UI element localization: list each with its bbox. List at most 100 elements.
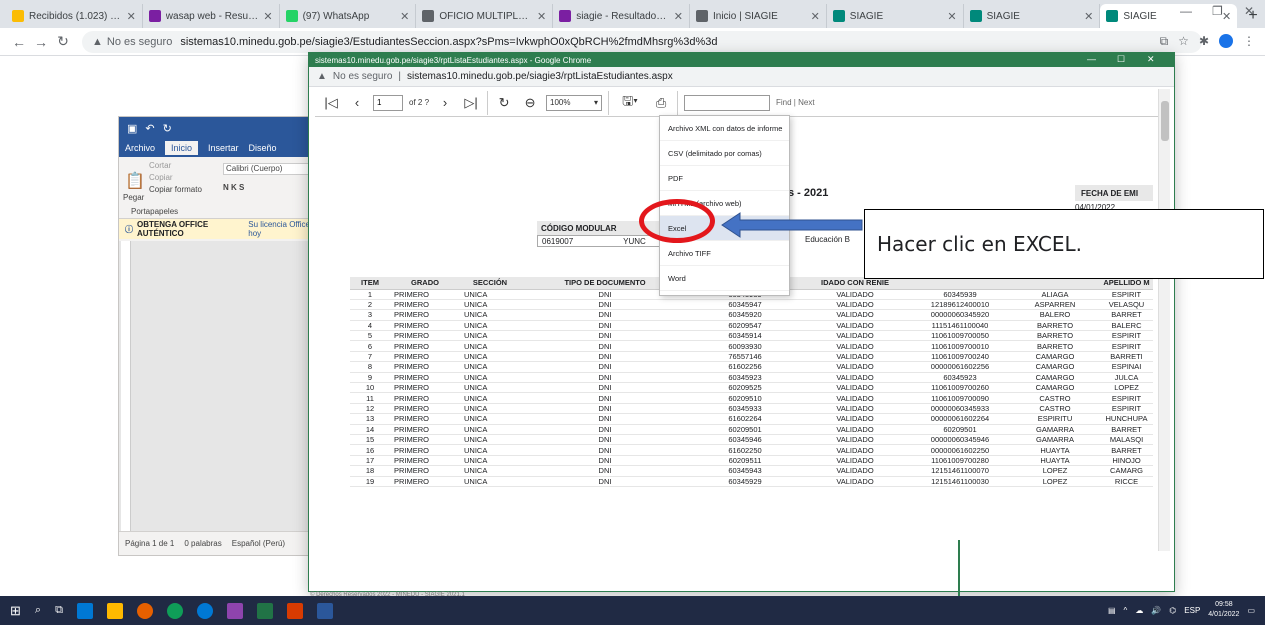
file-explorer-icon[interactable] bbox=[106, 602, 123, 619]
volume-icon[interactable]: 🔊 bbox=[1151, 606, 1161, 615]
tab-close-icon[interactable]: ✕ bbox=[811, 10, 820, 23]
network-icon[interactable]: ⌬ bbox=[1169, 606, 1176, 615]
export-option-archivo[interactable]: Archivo XML con datos de informe bbox=[660, 116, 789, 141]
tab-close-icon[interactable]: ✕ bbox=[400, 10, 409, 23]
tab-close-icon[interactable]: ✕ bbox=[127, 10, 136, 23]
tab-close-icon[interactable]: ✕ bbox=[1084, 10, 1093, 23]
chrome-icon[interactable] bbox=[166, 602, 183, 619]
tray-overflow-icon[interactable]: ^ bbox=[1124, 606, 1128, 615]
tab-close-icon[interactable]: ✕ bbox=[674, 10, 683, 23]
word-tab-diseno[interactable]: Diseño bbox=[249, 143, 277, 153]
notifications-icon[interactable]: ▭ bbox=[1247, 606, 1255, 615]
word-tab-archivo[interactable]: Archivo bbox=[125, 143, 155, 153]
toolbar-divider bbox=[487, 90, 489, 115]
restore-icon[interactable]: ❐ bbox=[1212, 4, 1223, 18]
export-option-word[interactable]: Word bbox=[660, 266, 789, 291]
tab-close-icon[interactable]: ✕ bbox=[947, 10, 956, 23]
find-next-link[interactable]: Find | Next bbox=[776, 98, 815, 107]
next-page-icon[interactable]: › bbox=[435, 95, 455, 110]
popup-minimize-icon[interactable]: — bbox=[1087, 54, 1096, 64]
profile-avatar[interactable] bbox=[1219, 34, 1233, 48]
word-tab-inicio[interactable]: Inicio bbox=[165, 141, 199, 155]
undo-icon[interactable]: ↶ bbox=[145, 122, 154, 135]
browser-tab[interactable]: SIAGIE ✕ bbox=[964, 4, 1101, 28]
tab-close-icon[interactable]: ✕ bbox=[1222, 10, 1231, 23]
address-bar[interactable]: ▲ No es seguro sistemas10.minedu.gob.pe/… bbox=[82, 30, 1202, 53]
export-option-pdf[interactable]: PDF bbox=[660, 166, 789, 191]
table-row: 6 PRIMERO UNICA DNI 60093930 VALIDADO 11061009… bbox=[350, 340, 1153, 352]
table-cell: 60345943 bbox=[690, 465, 800, 477]
tray-app-icon[interactable]: ▤ bbox=[1108, 606, 1116, 615]
save-icon[interactable]: ▣ bbox=[127, 122, 137, 135]
table-cell: DNI bbox=[520, 444, 690, 456]
last-page-icon[interactable]: ▷| bbox=[461, 95, 481, 111]
share-icon[interactable]: ⧉ bbox=[1160, 34, 1169, 49]
popup-address-bar[interactable]: ▲ No es seguro | sistemas10.minedu.gob.p… bbox=[309, 67, 1174, 87]
format-painter-label[interactable]: Copiar formato bbox=[149, 185, 202, 194]
extensions-icon[interactable]: ✱ bbox=[1199, 34, 1209, 49]
back-icon[interactable]: ← bbox=[8, 34, 30, 50]
notice-detail[interactable]: Su licencia Office hoy bbox=[248, 220, 317, 238]
popup-close-icon[interactable]: ✕ bbox=[1147, 54, 1155, 65]
word-icon[interactable] bbox=[316, 602, 333, 619]
tab-close-icon[interactable]: ✕ bbox=[263, 10, 272, 23]
reload-icon[interactable]: ↻ bbox=[52, 33, 74, 50]
firefox-icon[interactable] bbox=[136, 602, 153, 619]
excel-icon[interactable] bbox=[256, 602, 273, 619]
powerpoint-icon[interactable] bbox=[286, 602, 303, 619]
store-icon[interactable] bbox=[226, 602, 243, 619]
institucion-nombre: YUNC bbox=[623, 236, 646, 246]
export-option-archivo[interactable]: Archivo TIFF bbox=[660, 241, 789, 266]
table-cell: DNI bbox=[520, 424, 690, 435]
print-icon[interactable]: ⎙ bbox=[651, 95, 671, 111]
report-scrollbar[interactable] bbox=[1158, 89, 1170, 551]
task-view-icon[interactable]: ⧉ bbox=[55, 604, 63, 617]
export-option-csv[interactable]: CSV (delimitado por comas) bbox=[660, 141, 789, 166]
edge-icon[interactable] bbox=[196, 602, 213, 619]
back-to-parent-icon[interactable]: ⊖ bbox=[520, 95, 540, 111]
close-window-icon[interactable]: ✕ bbox=[1244, 4, 1254, 18]
word-tab-insertar[interactable]: Insertar bbox=[208, 143, 239, 153]
popup-maximize-icon[interactable]: ☐ bbox=[1117, 54, 1125, 65]
language-indicator[interactable]: ESP bbox=[1184, 606, 1200, 615]
table-cell: 4 bbox=[350, 320, 390, 332]
mail-icon[interactable] bbox=[76, 602, 93, 619]
paste-label[interactable]: Pegar bbox=[123, 193, 144, 202]
windows-start-icon[interactable]: ⊞ bbox=[10, 603, 21, 619]
redo-icon[interactable]: ↻ bbox=[163, 122, 172, 135]
table-cell: VALIDADO bbox=[800, 330, 910, 342]
table-cell: PRIMERO bbox=[390, 330, 460, 342]
forward-icon[interactable]: → bbox=[30, 34, 52, 50]
browser-tab[interactable]: OFICIO MÚLTIPLE 00 ✕ bbox=[416, 4, 554, 28]
font-style-buttons[interactable]: N K S bbox=[223, 183, 244, 192]
browser-tab[interactable]: SIAGIE ✕ bbox=[827, 4, 964, 28]
browser-tab[interactable]: Inicio | SIAGIE ✕ bbox=[690, 4, 827, 28]
menu-kebab-icon[interactable]: ⋮ bbox=[1243, 34, 1255, 49]
bookmark-star-icon[interactable]: ☆ bbox=[1178, 34, 1189, 49]
browser-tab[interactable]: wasap web - Resultad ✕ bbox=[143, 4, 280, 28]
weather-icon[interactable]: ☁ bbox=[1135, 606, 1143, 615]
first-page-icon[interactable]: |◁ bbox=[321, 95, 341, 111]
table-cell: ALIAGA bbox=[1010, 289, 1100, 300]
browser-tab[interactable]: (97) WhatsApp ✕ bbox=[280, 4, 417, 28]
prev-page-icon[interactable]: ‹ bbox=[347, 95, 367, 110]
browser-tab[interactable]: siagie - Resultados de ✕ bbox=[553, 4, 690, 28]
cut-label[interactable]: Cortar bbox=[149, 161, 171, 170]
find-input[interactable] bbox=[684, 94, 771, 111]
browser-tab[interactable]: Recibidos (1.023) - ag ✕ bbox=[6, 4, 143, 28]
table-cell: 60093930 bbox=[690, 340, 800, 352]
minimize-icon[interactable]: — bbox=[1180, 4, 1192, 18]
search-icon[interactable]: ⌕ bbox=[35, 604, 41, 617]
scroll-thumb[interactable] bbox=[1161, 101, 1169, 141]
copy-label[interactable]: Copiar bbox=[149, 173, 173, 182]
page-number-input[interactable] bbox=[373, 94, 403, 111]
clock[interactable]: 09:58 4/01/2022 bbox=[1208, 600, 1239, 620]
zoom-select[interactable]: 100% ▾ bbox=[546, 94, 603, 111]
clipboard-group-label: Portapapeles bbox=[131, 207, 179, 216]
word-document-area[interactable] bbox=[119, 241, 317, 531]
font-select[interactable]: Calibri (Cuerpo) bbox=[223, 163, 309, 175]
paste-icon[interactable]: 📋 bbox=[125, 171, 145, 191]
tab-close-icon[interactable]: ✕ bbox=[537, 10, 546, 23]
refresh-icon[interactable]: ↻ bbox=[494, 95, 514, 111]
export-save-icon[interactable]: 🖫▾ bbox=[615, 92, 645, 114]
